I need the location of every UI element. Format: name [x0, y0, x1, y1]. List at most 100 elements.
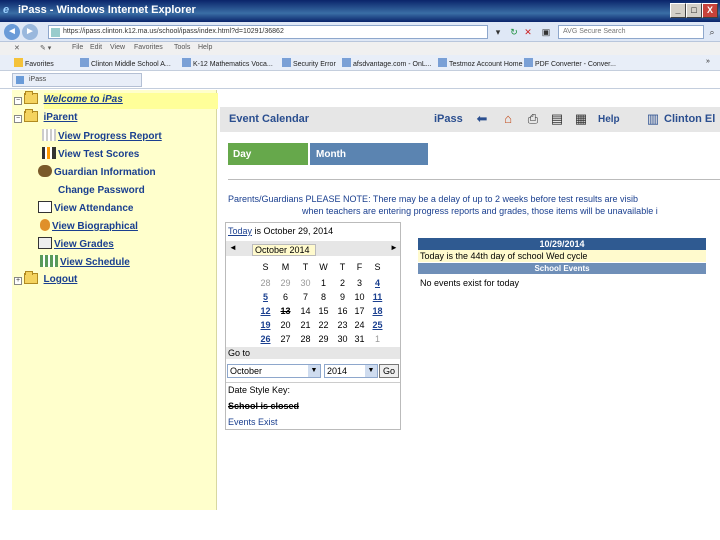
ipass-home-link[interactable]: iPass: [434, 113, 463, 125]
refresh-icon[interactable]: ↻: [508, 26, 520, 38]
expand-icon[interactable]: +: [14, 277, 22, 285]
tab-day[interactable]: Day: [228, 143, 308, 165]
calendar-day[interactable]: 26: [259, 334, 272, 344]
calendar-day[interactable]: 28: [259, 278, 272, 288]
calendar-icon[interactable]: ▦: [573, 111, 589, 127]
calendar-day[interactable]: 23: [336, 320, 349, 330]
tab-month[interactable]: Month: [310, 143, 428, 165]
calendar-day[interactable]: 30: [299, 278, 312, 288]
calendar-day[interactable]: 16: [336, 306, 349, 316]
favorite-item[interactable]: K-12 Mathematics Voca...: [182, 58, 273, 68]
tree-item-test-scores[interactable]: View Test Scores: [42, 147, 139, 163]
favorite-item[interactable]: Clinton Middle School A...: [80, 58, 171, 68]
help-link[interactable]: Help: [598, 114, 620, 125]
schedule-icon: [40, 255, 58, 267]
tree-item-guardian-information[interactable]: Guardian Information: [38, 165, 156, 181]
tree-item-biographical[interactable]: View Biographical: [40, 219, 138, 235]
notes-icon[interactable]: ▤: [549, 111, 565, 127]
more-favorites-icon[interactable]: »: [706, 58, 710, 65]
iparent-link[interactable]: iParent: [44, 112, 78, 123]
menu-help[interactable]: Help: [198, 44, 212, 51]
tree-row-iparent[interactable]: − iParent: [14, 109, 78, 127]
calendar-day[interactable]: 27: [279, 334, 292, 344]
tree-item-schedule[interactable]: View Schedule: [40, 255, 130, 271]
search-icon[interactable]: ⌕: [706, 26, 718, 38]
calendar-day[interactable]: 9: [336, 292, 349, 302]
chevron-down-icon[interactable]: ▼: [308, 365, 320, 377]
menu-favorites[interactable]: Favorites: [134, 44, 163, 51]
convert-icon[interactable]: ✎ ▾: [40, 44, 51, 52]
page-icon: [438, 58, 447, 67]
calendar-day[interactable]: 22: [317, 320, 330, 330]
tree-row-logout[interactable]: + Logout: [14, 271, 78, 289]
back-arrow-icon[interactable]: ⬅: [474, 111, 490, 127]
calendar-day[interactable]: 15: [317, 306, 330, 316]
calendar-day[interactable]: 29: [279, 278, 292, 288]
next-month-button[interactable]: ►: [390, 243, 398, 252]
chevron-down-icon[interactable]: ▼: [365, 365, 377, 377]
calendar-day[interactable]: 13: [279, 306, 292, 316]
close-button[interactable]: X: [702, 3, 718, 18]
calendar-day[interactable]: 24: [353, 320, 366, 330]
calendar-day[interactable]: 12: [259, 306, 272, 316]
calendar-day[interactable]: 4: [371, 278, 384, 288]
favorite-item[interactable]: Security Error: [282, 58, 336, 68]
calendar-day[interactable]: 1: [317, 278, 330, 288]
calendar-day[interactable]: 14: [299, 306, 312, 316]
welcome-link[interactable]: Welcome to iPas: [44, 94, 123, 105]
tree-item-attendance[interactable]: View Attendance: [38, 201, 133, 217]
logout-link[interactable]: Logout: [44, 274, 78, 285]
url-field[interactable]: https://ipass.clinton.k12.ma.us/school/i…: [48, 25, 488, 39]
calendar-day[interactable]: 18: [371, 306, 384, 316]
calendar-day[interactable]: 21: [299, 320, 312, 330]
year-select[interactable]: 2014 ▼: [324, 364, 378, 378]
forward-icon[interactable]: ►: [22, 24, 38, 40]
page-icon: [182, 58, 191, 67]
calendar-day[interactable]: 8: [317, 292, 330, 302]
calendar-day[interactable]: 29: [317, 334, 330, 344]
tree-item-progress-report[interactable]: View Progress Report: [42, 129, 162, 145]
month-select[interactable]: October ▼: [227, 364, 321, 378]
calendar-day[interactable]: 5: [259, 292, 272, 302]
search-input[interactable]: AVG Secure Search: [558, 25, 704, 39]
favorite-item[interactable]: Testmoz Account Home: [438, 58, 523, 68]
calendar-day[interactable]: 1: [371, 334, 384, 344]
calendar-day[interactable]: 31: [353, 334, 366, 344]
menu-view[interactable]: View: [110, 44, 125, 51]
minimize-button[interactable]: _: [670, 3, 686, 18]
tree-row-welcome[interactable]: − Welcome to iPas: [14, 91, 218, 109]
maximize-button[interactable]: □: [686, 3, 702, 18]
calendar-day[interactable]: 19: [259, 320, 272, 330]
back-icon[interactable]: ◄: [4, 24, 20, 40]
prev-month-button[interactable]: ◄: [229, 243, 237, 252]
tab-ipass[interactable]: iPass: [12, 73, 142, 87]
calendar-day[interactable]: 28: [299, 334, 312, 344]
collapse-icon[interactable]: −: [14, 115, 22, 123]
calendar-day[interactable]: 6: [279, 292, 292, 302]
favorite-item[interactable]: PDF Converter - Conver...: [524, 58, 616, 68]
calendar-day[interactable]: 11: [371, 292, 384, 302]
calendar-day[interactable]: 7: [299, 292, 312, 302]
print-icon[interactable]: ⎙: [525, 111, 541, 127]
menu-file[interactable]: File: [72, 44, 83, 51]
calendar-day[interactable]: 20: [279, 320, 292, 330]
go-button[interactable]: Go: [379, 364, 399, 378]
menu-edit[interactable]: Edit: [90, 44, 102, 51]
calendar-day[interactable]: 17: [353, 306, 366, 316]
dropdown-icon[interactable]: ▾: [492, 26, 504, 38]
calendar-day[interactable]: 25: [371, 320, 384, 330]
favorite-item[interactable]: afsdvantage.com - OnL...: [342, 58, 432, 68]
tree-item-label: View Biographical: [52, 221, 138, 232]
calendar-day[interactable]: 2: [336, 278, 349, 288]
collapse-icon[interactable]: −: [14, 97, 22, 105]
tree-item-change-password[interactable]: Change Password: [42, 183, 145, 199]
menu-tools[interactable]: Tools: [174, 44, 190, 51]
calendar-day[interactable]: 3: [353, 278, 366, 288]
calendar-day[interactable]: 10: [353, 292, 366, 302]
calendar-day[interactable]: 30: [336, 334, 349, 344]
stop-icon[interactable]: ✕: [522, 26, 534, 38]
favorites-button[interactable]: Favorites: [14, 58, 54, 68]
tree-item-grades[interactable]: View Grades: [38, 237, 114, 253]
home-icon[interactable]: ⌂: [500, 111, 516, 127]
today-link[interactable]: Today: [228, 226, 252, 236]
